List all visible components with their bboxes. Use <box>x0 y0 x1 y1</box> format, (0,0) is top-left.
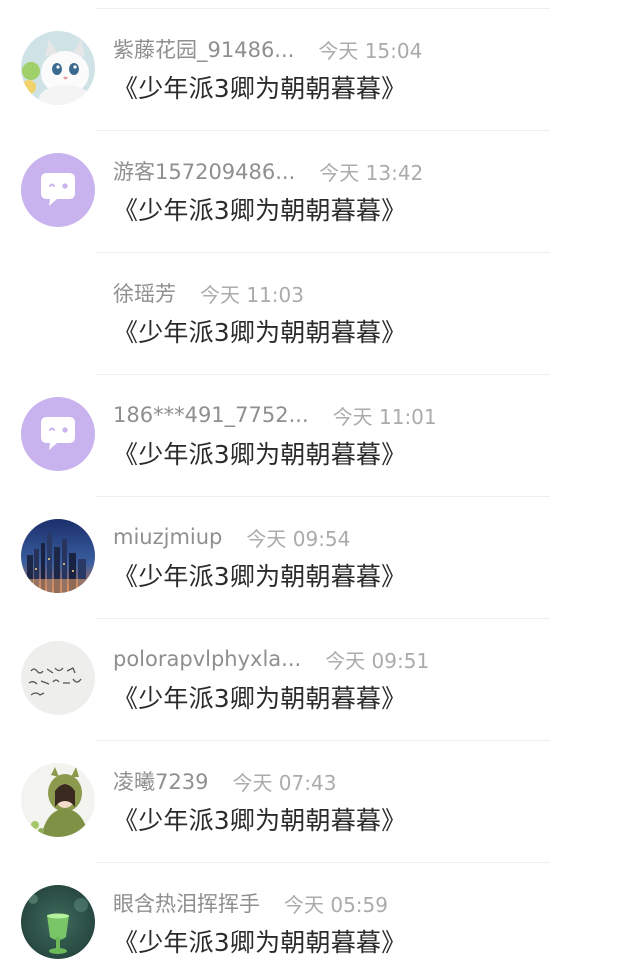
list-item[interactable]: miuzjmiup 今天 09:54 《少年派3卿为朝朝暮暮》 <box>0 497 640 619</box>
timestamp: 今天 13:42 <box>319 160 424 185</box>
green-glass-avatar[interactable] <box>21 885 95 959</box>
handwriting-avatar[interactable] <box>21 641 95 715</box>
message-text: 《少年派3卿为朝朝暮暮》 <box>113 806 407 835</box>
default-chat-avatar[interactable] <box>21 153 95 227</box>
list-item[interactable]: polorapvlphyxla... 今天 09:51 《少年派3卿为朝朝暮暮》 <box>0 619 640 741</box>
timestamp: 今天 15:04 <box>318 38 423 63</box>
default-chat-avatar[interactable] <box>21 397 95 471</box>
username[interactable]: 徐瑶芳 <box>113 278 176 308</box>
message-text: 《少年派3卿为朝朝暮暮》 <box>113 562 407 591</box>
message-text: 《少年派3卿为朝朝暮暮》 <box>113 74 407 103</box>
message-meta: 凌曦7239 今天 07:43 <box>113 766 336 796</box>
timestamp: 今天 07:43 <box>232 770 337 795</box>
username[interactable]: polorapvlphyxla... <box>113 647 301 671</box>
list-item[interactable]: 紫藤花园_91486... 今天 15:04 《少年派3卿为朝朝暮暮》 <box>0 9 640 131</box>
username[interactable]: 凌曦7239 <box>113 766 208 796</box>
message-meta: polorapvlphyxla... 今天 09:51 <box>113 644 429 674</box>
message-text: 《少年派3卿为朝朝暮暮》 <box>113 440 407 469</box>
message-text: 《少年派3卿为朝朝暮暮》 <box>113 318 407 347</box>
list-item[interactable]: 眼含热泪挥挥手 今天 05:59 《少年派3卿为朝朝暮暮》 <box>0 863 640 961</box>
username[interactable]: 游客157209486... <box>113 156 295 186</box>
timestamp: 今天 05:59 <box>284 892 388 917</box>
message-text: 《少年派3卿为朝朝暮暮》 <box>113 196 407 225</box>
message-meta: 游客157209486... 今天 13:42 <box>113 156 423 186</box>
message-list: 紫藤花园_91486... 今天 15:04 《少年派3卿为朝朝暮暮》 游客15… <box>0 0 640 961</box>
message-text: 《少年派3卿为朝朝暮暮》 <box>113 928 407 957</box>
city-skyline-avatar[interactable] <box>21 519 95 593</box>
list-item[interactable]: 186***491_7752... 今天 11:01 《少年派3卿为朝朝暮暮》 <box>0 375 640 497</box>
username[interactable]: 紫藤花园_91486... <box>113 34 294 64</box>
message-meta: 186***491_7752... 今天 11:01 <box>113 400 437 430</box>
timestamp: 今天 09:54 <box>246 526 351 551</box>
timestamp: 今天 11:03 <box>200 282 304 307</box>
message-meta: 紫藤花园_91486... 今天 15:04 <box>113 34 422 64</box>
username[interactable]: miuzjmiup <box>113 525 222 549</box>
username[interactable]: 眼含热泪挥挥手 <box>113 888 260 918</box>
username[interactable]: 186***491_7752... <box>113 403 309 427</box>
cat-photo-avatar[interactable] <box>21 31 95 105</box>
list-item[interactable]: 徐瑶芳 今天 11:03 《少年派3卿为朝朝暮暮》 <box>0 253 640 375</box>
message-meta: 徐瑶芳 今天 11:03 <box>113 278 304 308</box>
list-item[interactable]: 凌曦7239 今天 07:43 《少年派3卿为朝朝暮暮》 <box>0 741 640 863</box>
list-item[interactable]: 游客157209486... 今天 13:42 《少年派3卿为朝朝暮暮》 <box>0 131 640 253</box>
message-meta: 眼含热泪挥挥手 今天 05:59 <box>113 888 388 918</box>
girl-hood-avatar[interactable] <box>21 763 95 837</box>
message-meta: miuzjmiup 今天 09:54 <box>113 522 350 552</box>
timestamp: 今天 11:01 <box>332 404 437 429</box>
message-text: 《少年派3卿为朝朝暮暮》 <box>113 684 407 713</box>
timestamp: 今天 09:51 <box>325 648 430 673</box>
